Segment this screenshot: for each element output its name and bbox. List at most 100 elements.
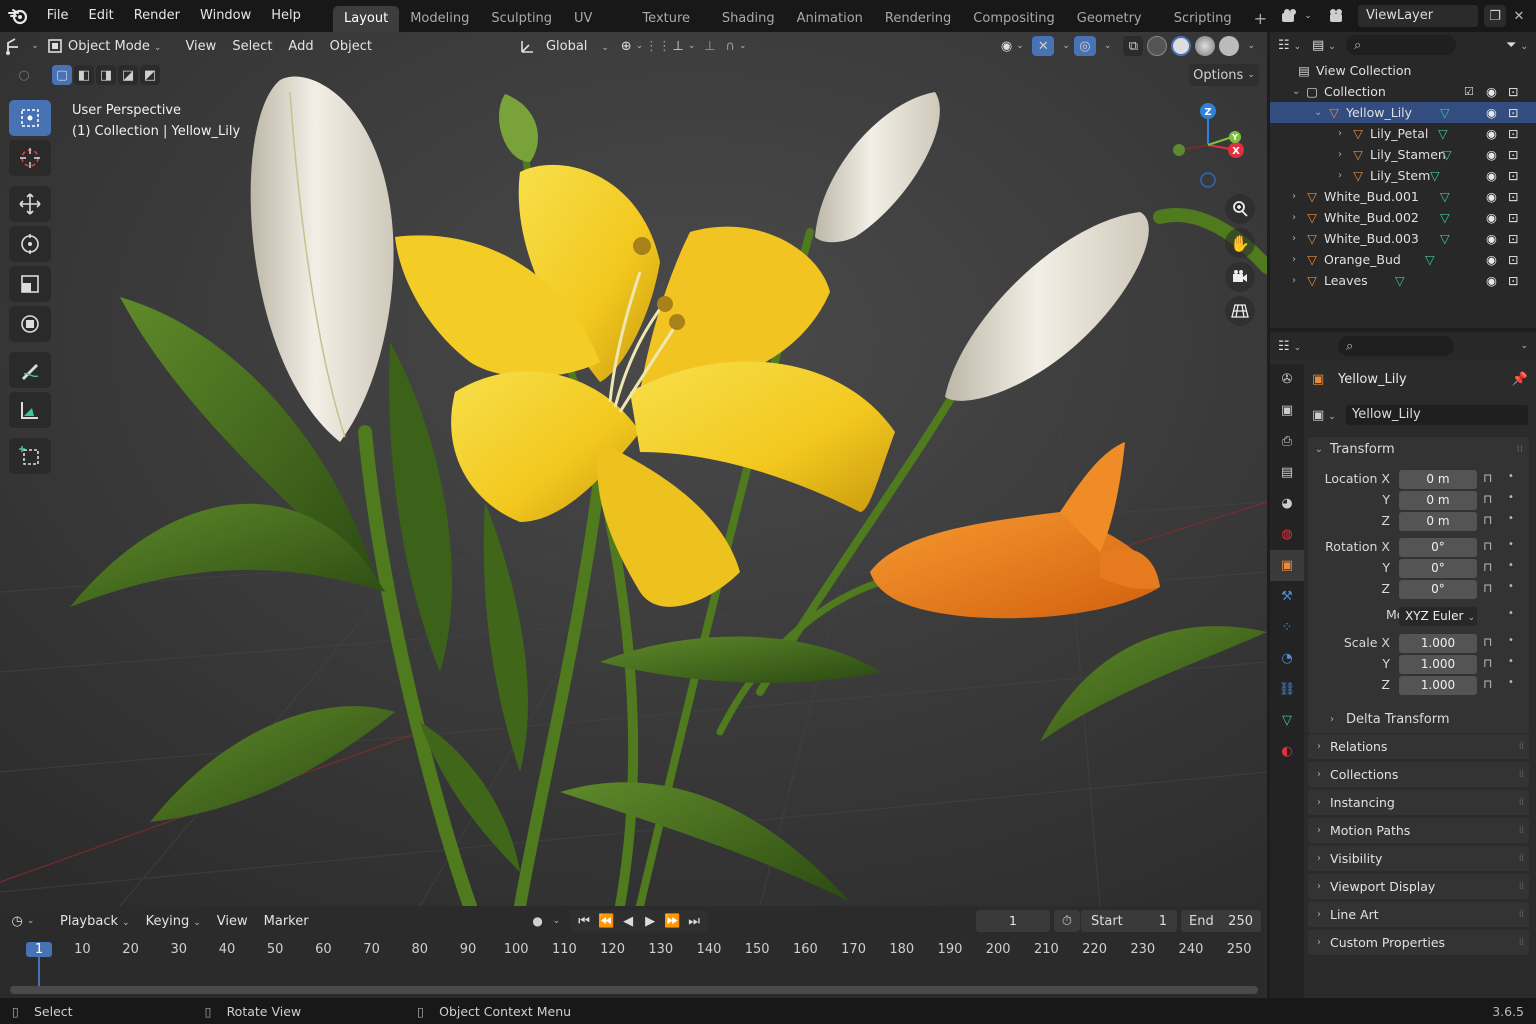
mesh-data-icon[interactable]: ▽ — [1425, 252, 1435, 267]
keyframe-dot-icon[interactable]: • — [1508, 608, 1514, 619]
mesh-data-icon[interactable]: ▽ — [1440, 231, 1450, 246]
render-camera-icon[interactable]: ⊡ — [1508, 210, 1518, 225]
falloff-icon[interactable]: ∩ ⌄ — [721, 39, 751, 54]
properties-search-field[interactable]: ⌕ — [1338, 336, 1454, 356]
xray-icon[interactable]: ⧉ — [1123, 36, 1144, 56]
object-tab-icon[interactable]: ▣ — [1270, 550, 1304, 581]
panel-motion-paths[interactable]: › Motion Paths ⁞⁞ — [1308, 818, 1529, 843]
scale-x-field[interactable]: 1.000 — [1399, 634, 1477, 653]
tab-animation[interactable]: Animation — [786, 6, 874, 32]
menu-add[interactable]: Add — [280, 39, 321, 54]
outliner-row[interactable]: › ▽ White_Bud.003 ▽ ◉ ⊡ — [1270, 228, 1536, 249]
keyframe-dot-icon[interactable]: • — [1508, 635, 1514, 646]
panel-grip-icon[interactable]: ⁞⁞ — [1519, 881, 1524, 892]
keyframe-dot-icon[interactable]: • — [1508, 539, 1514, 550]
tab-compositing[interactable]: Compositing — [962, 6, 1066, 32]
camera-view-icon[interactable] — [1225, 262, 1255, 292]
panel-grip-icon[interactable]: ⁞⁞ — [1519, 769, 1524, 780]
scene-icon[interactable]: ⌄ — [1278, 8, 1314, 24]
expand-right-icon[interactable]: › — [1292, 191, 1296, 202]
tab-geometry-nodes[interactable]: Geometry Nodes — [1066, 6, 1163, 52]
tab-modeling[interactable]: Modeling — [399, 6, 480, 32]
mesh-data-icon[interactable]: ▽ — [1440, 105, 1450, 120]
panel-custom-properties[interactable]: › Custom Properties ⁞⁞ — [1308, 930, 1529, 955]
menu-help[interactable]: Help — [261, 0, 311, 32]
rotation-mode-dropdown[interactable]: XYZ Euler ⌄ — [1399, 607, 1477, 626]
overlay-dropdown-icon[interactable]: ⌄ — [1104, 41, 1112, 51]
visibility-eye-icon[interactable]: ◉ — [1486, 231, 1497, 246]
material-tab-icon[interactable]: ◐ — [1270, 736, 1304, 767]
visibility-eye-icon[interactable]: ◉ — [1486, 168, 1497, 183]
expand-right-icon[interactable]: › — [1292, 233, 1296, 244]
panel-viewport-display[interactable]: › Viewport Display ⁞⁞ — [1308, 874, 1529, 899]
expand-right-icon[interactable]: › — [1292, 275, 1296, 286]
outliner-search-field[interactable]: ⌕ — [1346, 35, 1456, 55]
menu-render[interactable]: Render — [124, 0, 190, 32]
visibility-eye-icon[interactable]: ◉ — [1486, 189, 1497, 204]
pivot-point-icon[interactable]: ⊕ ⌄ — [617, 39, 647, 54]
copy-view-layer-icon[interactable]: ❐ — [1484, 5, 1506, 27]
menu-window[interactable]: Window — [190, 0, 261, 32]
tab-shading[interactable]: Shading — [711, 6, 786, 32]
datablock-icon[interactable]: ▣ ⌄ — [1312, 408, 1346, 423]
display-mode-icon[interactable]: ▤ ⌄ — [1312, 38, 1346, 53]
visibility-eye-icon[interactable]: ◉ — [1486, 84, 1497, 99]
menu-select[interactable]: Select — [224, 39, 280, 54]
mesh-data-icon[interactable]: ▽ — [1440, 189, 1450, 204]
measure-tool[interactable] — [9, 392, 51, 428]
rotate-tool[interactable] — [9, 226, 51, 262]
object-name-field[interactable]: Yellow_Lily — [1346, 405, 1528, 425]
playhead[interactable] — [38, 956, 40, 986]
shading-dropdown-icon[interactable]: ⌄ — [1247, 41, 1255, 51]
tab-scripting[interactable]: Scripting — [1163, 6, 1243, 32]
3d-viewport[interactable] — [0, 32, 1267, 906]
location-y-field[interactable]: 0 m — [1399, 491, 1477, 510]
mesh-data-icon[interactable]: ▽ — [1440, 210, 1450, 225]
navigation-gizmo[interactable]: Z X Y — [1165, 100, 1250, 195]
mesh-data-icon[interactable]: ▽ — [1438, 126, 1448, 141]
rotation-z-field[interactable]: 0° — [1399, 580, 1477, 599]
mesh-data-icon[interactable]: ▽ — [1442, 147, 1452, 162]
select-box-tool[interactable] — [9, 100, 51, 136]
tab-rendering[interactable]: Rendering — [874, 6, 962, 32]
modifier-tab-icon[interactable]: ⚒ — [1270, 581, 1304, 612]
expand-right-icon[interactable]: › — [1338, 149, 1342, 160]
perspective-grid-icon[interactable] — [1225, 296, 1255, 326]
visibility-eye-icon[interactable]: ◉ — [1486, 126, 1497, 141]
select-extend-icon[interactable]: ◧ — [74, 65, 94, 85]
menu-edit[interactable]: Edit — [79, 0, 124, 32]
panel-collections[interactable]: › Collections ⁞⁞ — [1308, 762, 1529, 787]
world-tab-icon[interactable]: ◍ — [1270, 519, 1304, 550]
render-camera-icon[interactable]: ⊡ — [1508, 252, 1518, 267]
render-camera-icon[interactable]: ⊡ — [1508, 126, 1518, 141]
panel-relations[interactable]: › Relations ⁞⁞ — [1308, 734, 1529, 759]
outliner-row[interactable]: › ▽ Orange_Bud ▽ ◉ ⊡ — [1270, 249, 1536, 270]
lock-icon[interactable]: ⊓ — [1483, 539, 1492, 553]
material-shading-icon[interactable] — [1195, 36, 1216, 56]
expand-down-icon[interactable]: ⌄ — [1292, 86, 1300, 97]
render-tab-icon[interactable]: ▣ — [1270, 395, 1304, 426]
keyframe-dot-icon[interactable]: • — [1508, 513, 1514, 524]
render-camera-icon[interactable]: ⊡ — [1508, 84, 1518, 99]
scene-tab-icon[interactable]: ◕ — [1270, 488, 1304, 519]
view-layer-icon[interactable] — [1320, 8, 1352, 24]
outliner-row[interactable]: › ▽ Lily_Petal ▽ ◉ ⊡ — [1270, 123, 1536, 144]
object-mode-icon[interactable] — [44, 38, 66, 54]
frame-ruler[interactable]: 1 10 20 30 40 50 60 70 80 90 100 110 120 130 140 150 160… — [0, 906, 1267, 998]
select-new-icon[interactable]: ▢ — [52, 65, 72, 85]
location-x-field[interactable]: 0 m — [1399, 470, 1477, 489]
outliner-row[interactable]: › ▽ Lily_Stamen ▽ ◉ ⊡ — [1270, 144, 1536, 165]
tab-layout[interactable]: Layout — [333, 6, 400, 32]
annotate-tool[interactable] — [9, 352, 51, 388]
panel-grip-icon[interactable]: ⁞⁞ — [1519, 853, 1524, 864]
snap-target-icon[interactable]: ⊥ ⌄ — [669, 39, 699, 54]
panel-grip-icon[interactable]: ⁞⁞ — [1519, 825, 1524, 836]
tab-texture-paint[interactable]: Texture Paint — [631, 6, 710, 52]
filter-icon[interactable]: ⏷ ⌄ — [1506, 38, 1528, 53]
render-camera-icon[interactable]: ⊡ — [1508, 147, 1518, 162]
properties-editor-icon[interactable]: ☷ ⌄ — [1278, 339, 1338, 354]
visibility-eye-icon[interactable]: ◉ — [1486, 210, 1497, 225]
constraints-tab-icon[interactable]: ⛓ — [1270, 674, 1304, 705]
visibility-eye-icon[interactable]: ◉ — [1486, 252, 1497, 267]
overlay-toggle-icon[interactable]: ◎ — [1073, 36, 1096, 56]
